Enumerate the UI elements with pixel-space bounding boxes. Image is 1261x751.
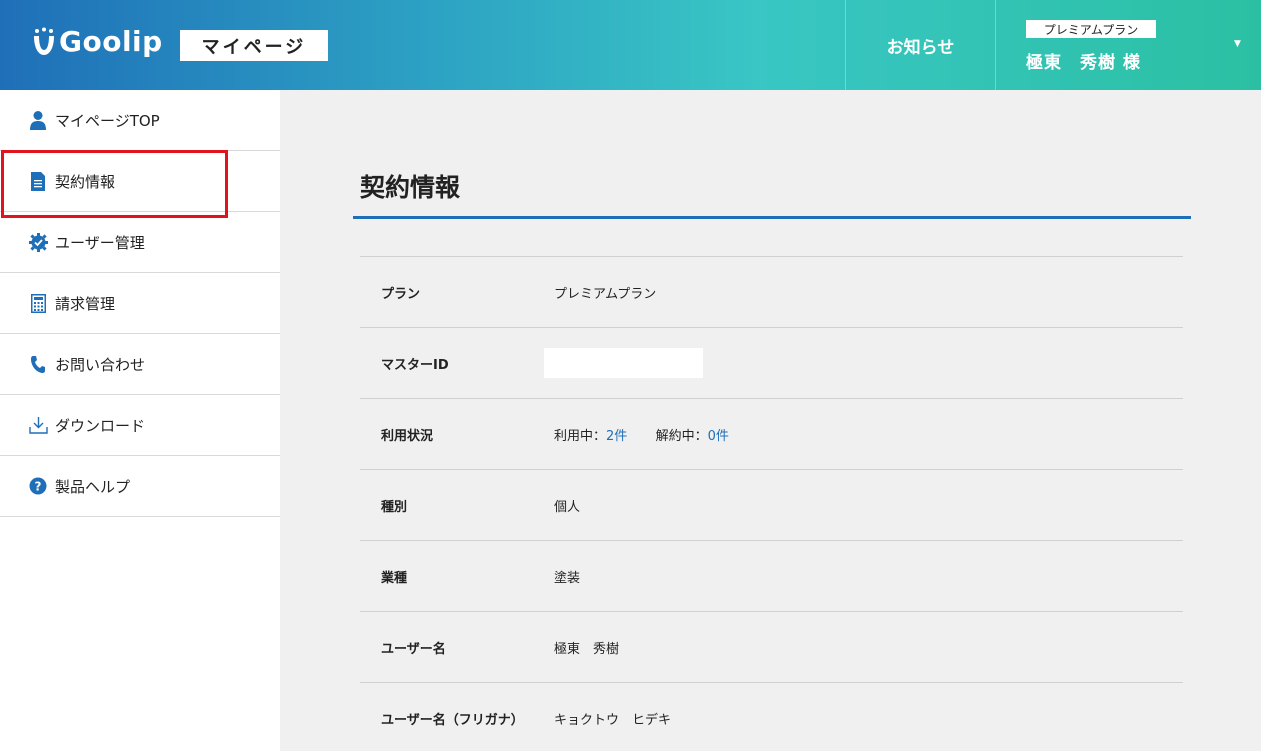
row-value: 極東 秀樹 <box>554 641 620 657</box>
sidebar-item-contact[interactable]: お問い合わせ <box>0 334 280 395</box>
sidebar-item-label: お問い合わせ <box>55 355 146 374</box>
svg-text:?: ? <box>35 480 42 494</box>
in-use-count-link[interactable]: 2件 <box>606 429 627 444</box>
table-row: 業種 塗装 <box>360 540 1183 611</box>
cancel-count-link[interactable]: 0件 <box>708 429 729 444</box>
usage-status-value: 利用中：2件 解約中：0件 <box>554 425 729 444</box>
user-icon <box>28 110 48 130</box>
goolip-logo[interactable]: Goolip <box>31 25 163 58</box>
logo-text: Goolip <box>59 25 163 58</box>
row-label: 業種 <box>381 570 408 586</box>
row-label: プラン <box>381 286 421 302</box>
table-row: プラン プレミアムプラン <box>360 256 1183 327</box>
sidebar-item-user-management[interactable]: ユーザー管理 <box>0 212 280 273</box>
sidebar: マイページTOP 契約情報 ユーザー管理 請求管理 お問い合わせ ダウンロード … <box>0 90 280 751</box>
row-label: ユーザー名（フリガナ） <box>381 712 524 728</box>
contract-info-table: プラン プレミアムプラン マスターID 利用状況 利用中：2件 解約中：0件 種… <box>360 256 1183 751</box>
page-title: 契約情報 <box>360 173 461 202</box>
sidebar-item-label: 製品ヘルプ <box>55 477 131 496</box>
sidebar-item-billing[interactable]: 請求管理 <box>0 273 280 334</box>
logo-mark-icon <box>31 27 57 57</box>
title-underline <box>353 216 1191 219</box>
row-value: プレミアムプラン <box>554 286 657 302</box>
sidebar-item-label: ユーザー管理 <box>55 233 145 252</box>
table-row: マスターID <box>360 327 1183 398</box>
table-row: 種別 個人 <box>360 469 1183 540</box>
cancel-label: 解約中： <box>655 428 708 444</box>
help-icon: ? <box>28 476 48 496</box>
sidebar-item-label: ダウンロード <box>55 416 146 435</box>
sidebar-item-mypage-top[interactable]: マイページTOP <box>0 90 280 151</box>
row-label: ユーザー名 <box>381 641 446 657</box>
user-menu[interactable]: プレミアムプラン 極東 秀樹 様 ▼ <box>996 0 1261 90</box>
mypage-badge: マイページ <box>180 30 328 61</box>
notice-button[interactable]: お知らせ <box>846 0 995 90</box>
table-row: ユーザー名（フリガナ） キョクトウ ヒデキ <box>360 682 1183 751</box>
gear-check-icon <box>28 232 48 252</box>
row-value: 個人 <box>554 499 581 515</box>
sidebar-item-help[interactable]: ? 製品ヘルプ <box>0 456 280 517</box>
sidebar-item-label: 契約情報 <box>55 172 116 191</box>
row-value: 塗装 <box>554 570 581 586</box>
row-label: 利用状況 <box>381 428 434 444</box>
sidebar-item-contract-info[interactable]: 契約情報 <box>0 150 280 218</box>
master-id-value <box>544 348 703 378</box>
plan-badge: プレミアムプラン <box>1026 20 1156 38</box>
sidebar-item-label: マイページTOP <box>55 111 160 130</box>
user-name: 極東 秀樹 様 <box>1026 53 1141 73</box>
chevron-down-icon[interactable]: ▼ <box>1234 39 1241 49</box>
row-label: マスターID <box>381 357 449 373</box>
main-content: 契約情報 プラン プレミアムプラン マスターID 利用状況 利用中：2件 解約中… <box>280 90 1261 751</box>
in-use-label: 利用中： <box>554 428 607 444</box>
sidebar-item-download[interactable]: ダウンロード <box>0 395 280 456</box>
row-value: キョクトウ ヒデキ <box>554 712 672 728</box>
row-label: 種別 <box>381 499 408 515</box>
table-row: 利用状況 利用中：2件 解約中：0件 <box>360 398 1183 469</box>
sidebar-item-label: 請求管理 <box>55 294 116 313</box>
calculator-icon <box>28 293 48 313</box>
top-header: Goolip マイページ お知らせ プレミアムプラン 極東 秀樹 様 ▼ <box>0 0 1261 90</box>
download-icon <box>28 415 48 435</box>
document-icon <box>28 171 48 191</box>
table-row: ユーザー名 極東 秀樹 <box>360 611 1183 682</box>
phone-icon <box>28 354 48 374</box>
